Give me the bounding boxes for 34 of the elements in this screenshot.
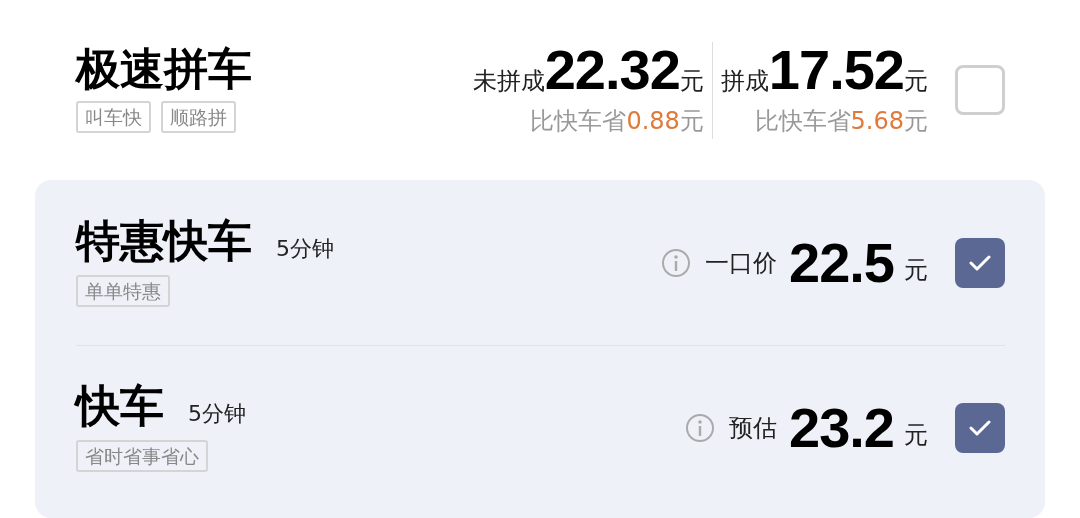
currency-unit: 元 bbox=[679, 65, 704, 97]
checkbox[interactable] bbox=[955, 403, 1005, 453]
currency-unit: 元 bbox=[679, 105, 704, 137]
price-label: 预估 bbox=[729, 413, 777, 444]
info-icon bbox=[685, 413, 715, 443]
currency-unit: 元 bbox=[904, 420, 928, 451]
eta-text: 5分钟 bbox=[276, 234, 334, 263]
info-icon bbox=[661, 247, 691, 278]
option-title: 极速拼车 bbox=[76, 47, 252, 91]
price-label: 未拼成 bbox=[472, 65, 545, 97]
tag: 顺路拼 bbox=[161, 101, 236, 133]
saving-label: 比快车省 bbox=[530, 105, 627, 137]
saving-label: 比快车省 bbox=[754, 105, 851, 137]
check-icon bbox=[969, 420, 991, 436]
price-amount: 22.32 bbox=[544, 41, 680, 98]
price-amount: 22.5 bbox=[789, 234, 894, 291]
price-label: 拼成 bbox=[720, 65, 769, 97]
checkbox[interactable] bbox=[955, 237, 1005, 288]
checkbox[interactable] bbox=[955, 65, 1005, 115]
currency-unit: 元 bbox=[904, 254, 928, 286]
check-icon bbox=[969, 254, 991, 271]
tag: 单单特惠 bbox=[76, 274, 170, 307]
eta-text: 5分钟 bbox=[188, 400, 246, 428]
currency-unit: 元 bbox=[904, 105, 928, 137]
currency-unit: 元 bbox=[904, 65, 928, 97]
price-amount: 17.52 bbox=[768, 41, 904, 98]
saving-amount: 5.68 bbox=[850, 105, 904, 137]
price-label: 一口价 bbox=[705, 247, 777, 279]
tag: 省时省事省心 bbox=[76, 440, 208, 472]
tag: 叫车快 bbox=[76, 101, 151, 133]
option-title: 快车 bbox=[76, 384, 164, 428]
saving-amount: 0.88 bbox=[626, 105, 680, 137]
price-amount: 23.2 bbox=[789, 400, 894, 456]
option-title: 特惠快车 bbox=[76, 218, 252, 263]
